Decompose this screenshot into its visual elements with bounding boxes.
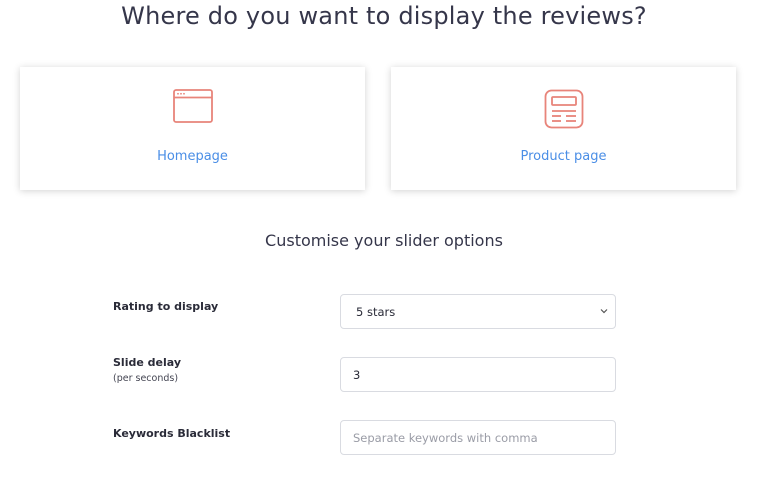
browser-window-icon [172, 89, 213, 127]
rating-label: Rating to display [113, 300, 219, 313]
product-page-option-card[interactable]: Product page [391, 67, 736, 190]
slide-delay-input[interactable] [340, 357, 616, 392]
slider-options-title: Customise your slider options [265, 231, 503, 250]
page-title: Where do you want to display the reviews… [121, 2, 647, 30]
rating-selected-value: 5 stars [356, 304, 396, 319]
rating-select[interactable]: 5 stars [340, 294, 616, 329]
slide-delay-unit: (per seconds) [113, 373, 179, 384]
keywords-blacklist-input[interactable] [340, 420, 616, 455]
chevron-down-icon [599, 305, 609, 319]
slide-delay-label: Slide delay [113, 356, 181, 369]
product-page-icon [544, 89, 584, 133]
keywords-blacklist-label: Keywords Blacklist [113, 427, 231, 440]
review-display-settings: Where do you want to display the reviews… [0, 0, 768, 481]
homepage-option-card[interactable]: Homepage [20, 67, 365, 190]
homepage-option-label: Homepage [157, 149, 228, 164]
product-page-option-label: Product page [520, 149, 607, 164]
